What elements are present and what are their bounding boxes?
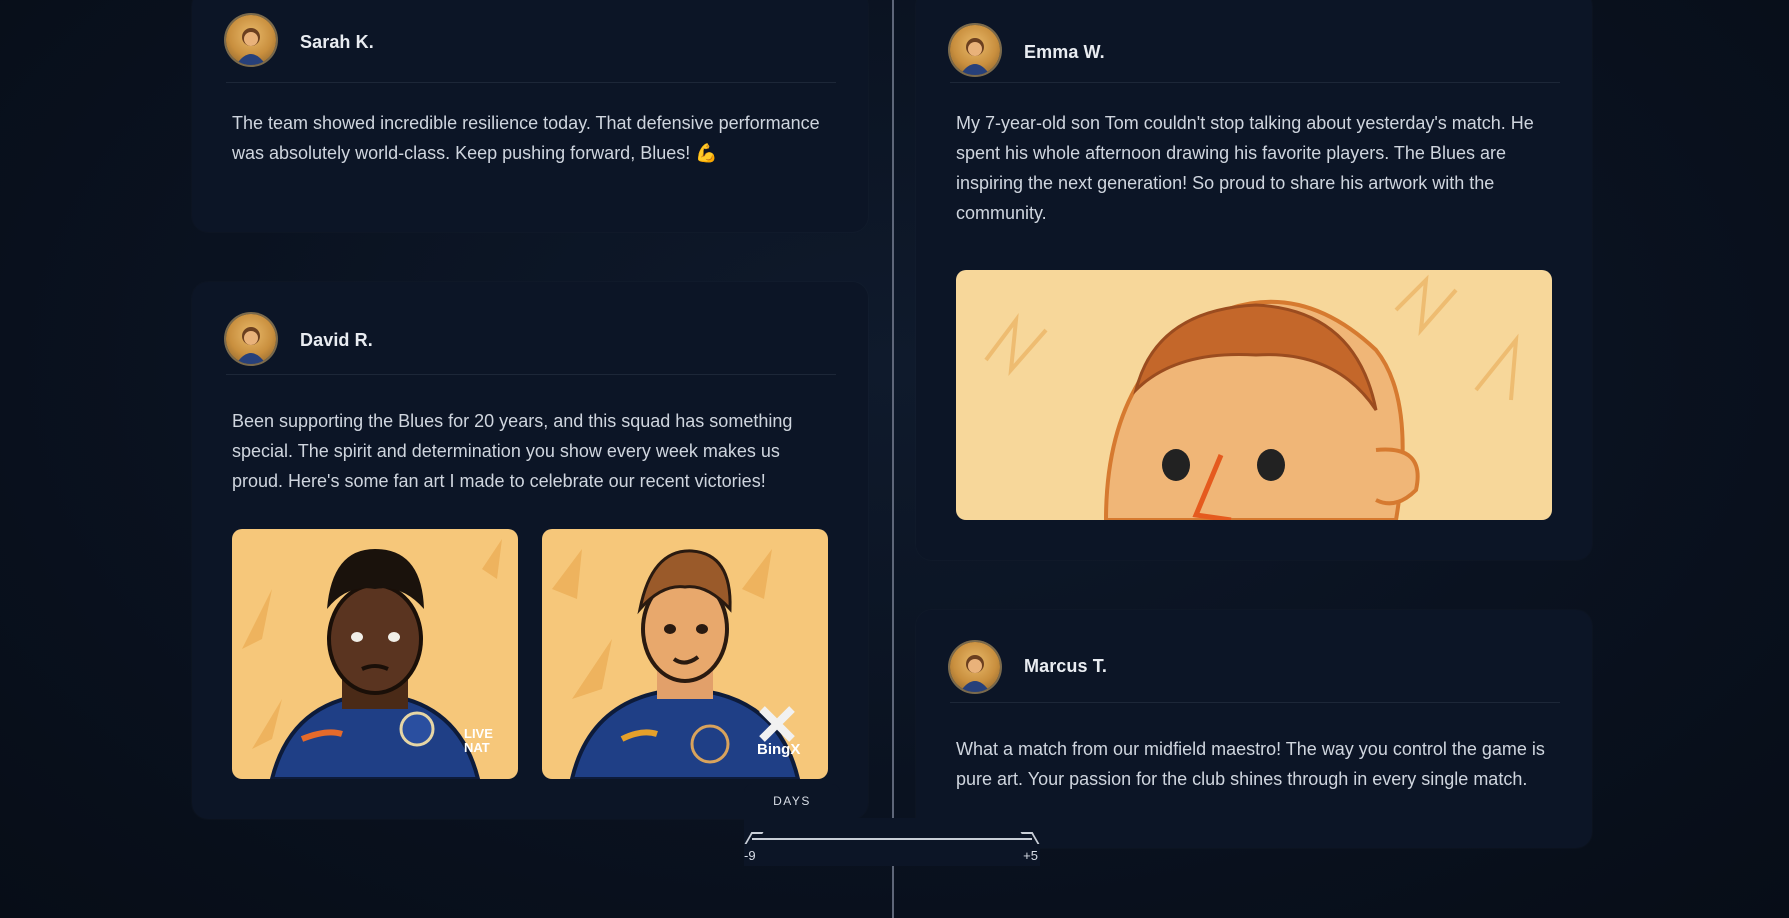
slider-min-label: -9 [744,848,756,863]
post-text: What a match from our midfield maestro! … [956,739,1545,789]
post-header: Emma W. [950,0,1560,83]
timeline-divider [892,0,894,918]
post-text: The team showed incredible resilience to… [232,113,820,163]
child-artwork-image[interactable] [956,270,1552,520]
avatar[interactable] [226,314,276,364]
post-card: Marcus T. What a match from our midfield… [916,610,1592,848]
post-text: My 7-year-old son Tom couldn't stop talk… [956,113,1534,223]
slider-right-handle[interactable] [1020,832,1040,844]
author-name[interactable]: Marcus T. [1024,656,1107,677]
user-avatar-icon [236,28,266,65]
user-avatar-icon [236,327,266,364]
fan-art-image[interactable]: BingX [542,529,828,779]
author-name[interactable]: Emma W. [1024,42,1105,63]
author-name[interactable]: Sarah K. [300,32,374,53]
slider-track[interactable] [752,838,1032,840]
post-card: Sarah K. The team showed incredible resi… [192,0,868,232]
post-header: Marcus T. [950,610,1560,703]
child-drawing-icon [956,270,1552,520]
post-header: Sarah K. [226,0,836,83]
post-card: Emma W. My 7-year-old son Tom couldn't s… [916,0,1592,560]
post-header: David R. [226,282,836,375]
kit-sponsor-text: BingX [757,741,801,758]
fan-art-image[interactable]: LIVE NAT [232,529,518,779]
user-avatar-icon [960,38,990,75]
kit-sponsor-text: LIVE NAT [464,726,493,755]
avatar[interactable] [226,15,276,65]
post-card: David R. Been supporting the Blues for 2… [192,282,868,819]
timeline-label: DAYS [773,794,811,808]
timeline-label-box: DAYS [744,784,840,820]
slider-max-label: +5 [1023,848,1038,863]
avatar[interactable] [950,642,1000,692]
post-text: Been supporting the Blues for 20 years, … [232,411,793,491]
timeline-slider[interactable]: -9 +5 [744,818,1040,866]
user-avatar-icon [960,655,990,692]
author-name[interactable]: David R. [300,330,373,351]
avatar[interactable] [950,25,1000,75]
